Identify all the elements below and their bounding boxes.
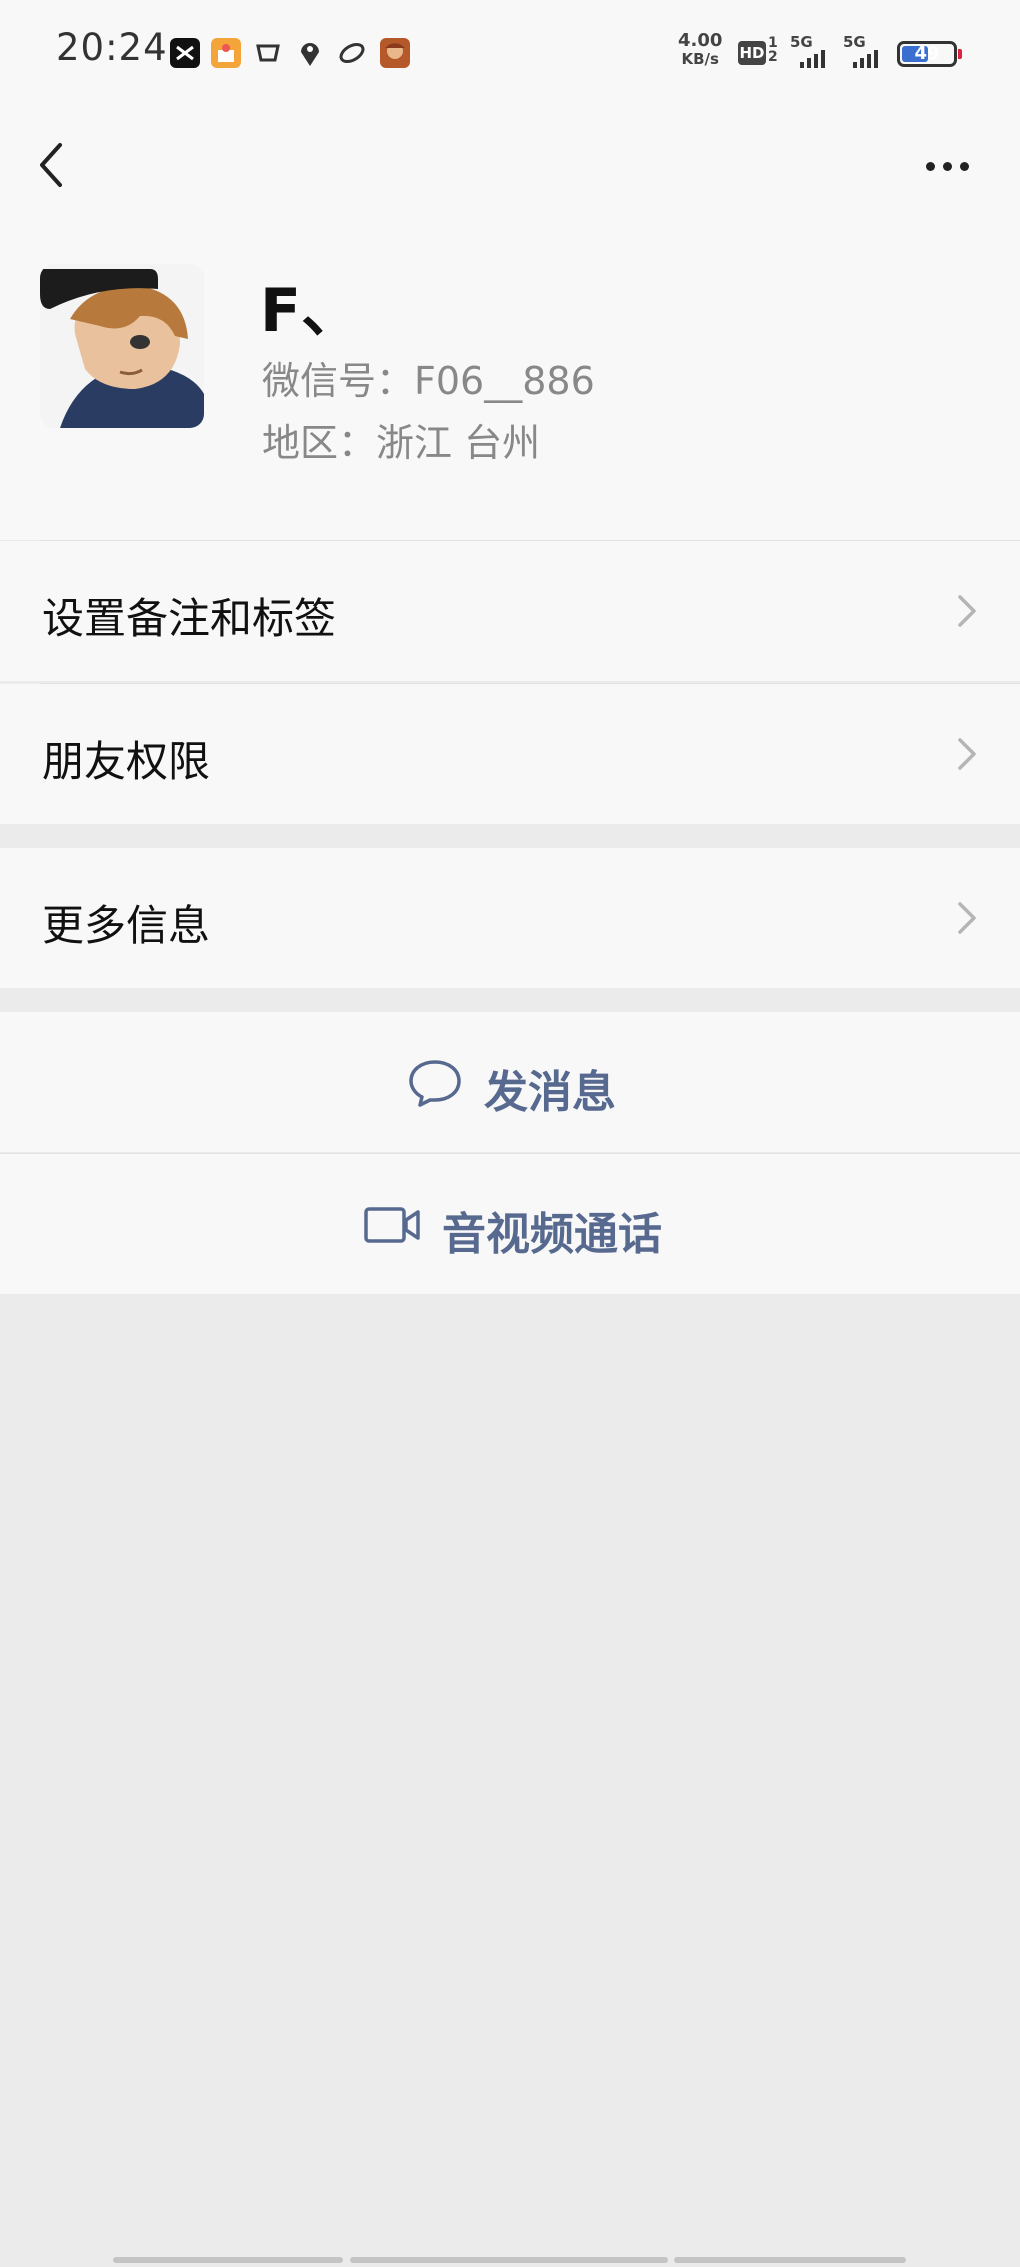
sim1-signal-icon	[800, 48, 834, 68]
nav-gesture-bar[interactable]	[113, 2257, 343, 2263]
hd-voice-icon: HD	[738, 41, 766, 65]
friend-permissions-label: 朋友权限	[42, 737, 211, 786]
game-app-icon	[211, 38, 241, 68]
wechat-id[interactable]: 微信号：F06__886	[262, 350, 595, 405]
link-icon	[337, 38, 367, 68]
chevron-left-icon	[40, 143, 62, 187]
battery-tip	[958, 49, 962, 59]
send-message-button[interactable]: 发消息	[0, 1012, 1020, 1152]
sim2-signal-icon	[853, 48, 887, 68]
hd-sub: 1 2	[768, 35, 778, 65]
contact-name: F、	[260, 276, 361, 346]
chat-bubble-icon	[409, 1060, 461, 1107]
send-message-label: 发消息	[484, 1067, 616, 1118]
more-info-row[interactable]: 更多信息	[0, 848, 1020, 988]
region: 地区：浙江 台州	[262, 421, 541, 465]
status-time: 20:24	[56, 26, 168, 69]
cup-icon	[253, 38, 283, 68]
video-call-button[interactable]: 音视频通话	[0, 1154, 1020, 1294]
nav-gesture-bar[interactable]	[350, 2257, 668, 2263]
video-call-label: 音视频通话	[442, 1209, 662, 1260]
chevron-right-icon	[958, 738, 976, 770]
avatar[interactable]	[40, 264, 204, 428]
location-pin-icon	[295, 38, 325, 68]
capcut-icon	[170, 38, 200, 68]
back-button[interactable]	[26, 135, 86, 195]
battery-icon: 49	[897, 41, 957, 67]
video-camera-icon	[364, 1207, 420, 1243]
game-avatar-icon	[380, 38, 410, 68]
nav-gesture-bar[interactable]	[674, 2257, 906, 2263]
more-button[interactable]	[918, 145, 978, 185]
friend-permissions-row[interactable]: 朋友权限	[0, 684, 1020, 824]
remarks-tags-row[interactable]: 设置备注和标签	[0, 541, 1020, 681]
net-speed: 4.00 KB/s	[678, 30, 723, 69]
remarks-tags-label: 设置备注和标签	[42, 594, 337, 643]
more-info-label: 更多信息	[42, 901, 211, 950]
chevron-right-icon	[958, 902, 976, 934]
chevron-right-icon	[958, 595, 976, 627]
